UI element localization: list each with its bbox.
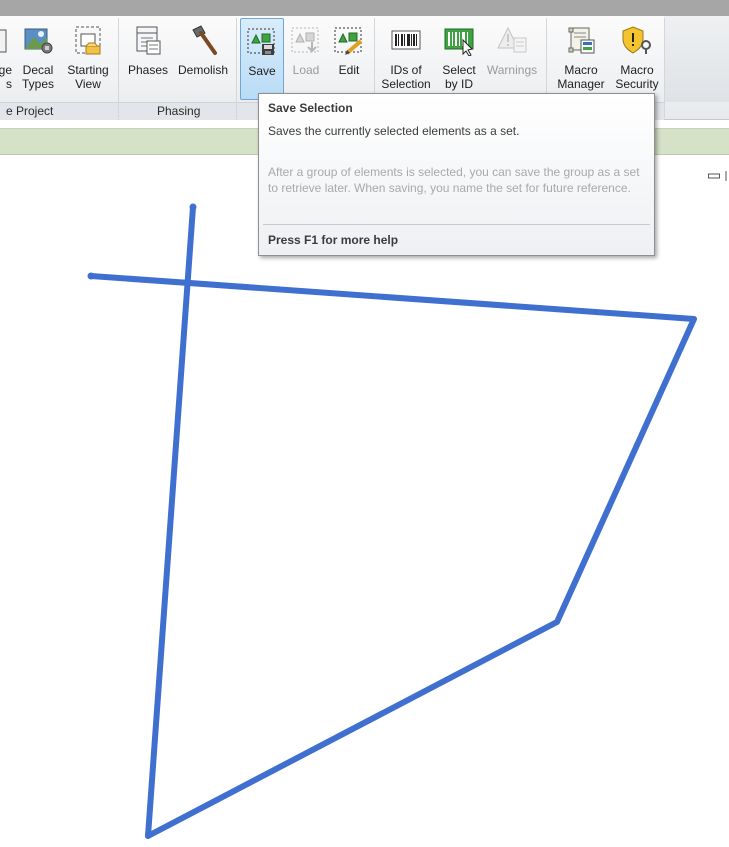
- ribbon-button-label: Warnings: [486, 63, 538, 77]
- macro-security-button[interactable]: Macro Security: [611, 18, 663, 102]
- starting-view-icon: [75, 26, 101, 55]
- save-selection-button[interactable]: Save: [240, 18, 284, 100]
- hammer-icon: [192, 25, 217, 55]
- ribbon-empty-area: [664, 16, 729, 102]
- edit-selection-button[interactable]: Edit: [330, 18, 368, 102]
- demolish-button[interactable]: Demolish: [172, 18, 234, 102]
- ribbon-button-label: Types: [21, 77, 54, 91]
- macro-manager-button[interactable]: Macro Manager: [553, 18, 609, 102]
- ribbon-button-label: View: [75, 77, 101, 91]
- warning-icon: [497, 26, 527, 53]
- phases-button[interactable]: Phases: [125, 18, 171, 102]
- drawing-canvas[interactable]: [0, 156, 729, 847]
- ribbon-button-label: Save: [248, 64, 276, 78]
- phases-icon: [136, 26, 161, 55]
- ribbon-button-label: Edit: [338, 63, 360, 77]
- starting-view-button[interactable]: Starting View: [62, 18, 114, 102]
- ribbon-button-label: ge: [0, 63, 12, 77]
- ribbon-button-label: Security: [615, 77, 659, 91]
- title-strip: [0, 0, 729, 16]
- decal-types-button[interactable]: Decal Types: [18, 18, 58, 102]
- tooltip-detail: After a group of elements is selected, y…: [268, 165, 640, 195]
- panel-title-phasing: Phasing: [157, 104, 201, 118]
- load-selection-button[interactable]: Load: [287, 18, 325, 102]
- line-endpoint[interactable]: [189, 203, 197, 211]
- shield-icon: [622, 26, 651, 54]
- warnings-button[interactable]: Warnings: [482, 18, 542, 102]
- ids-of-selection-button[interactable]: IDs of Selection: [378, 18, 434, 102]
- tooltip-description: Saves the currently selected elements as…: [268, 124, 520, 138]
- ribbon-button-label: Demolish: [177, 63, 228, 77]
- tooltip-title: Save Selection: [268, 101, 353, 115]
- save-selection-tooltip: Save Selection Saves the currently selec…: [258, 93, 655, 256]
- select-by-id-icon: [444, 28, 474, 56]
- ribbon-button-label: s: [6, 77, 12, 91]
- tooltip-help: Press F1 for more help: [268, 233, 399, 247]
- ribbon-button-label: Decal: [22, 63, 54, 77]
- panel-title-manage-project: e Project: [6, 104, 54, 118]
- ribbon-button-label: by ID: [444, 77, 473, 91]
- ribbon-button-label: Phases: [127, 63, 169, 77]
- ribbon-button-label: Load: [292, 63, 320, 77]
- select-by-id-button[interactable]: Select by ID: [435, 18, 483, 102]
- panel-separator: [664, 18, 665, 118]
- ribbon-button-label: Starting: [67, 63, 109, 77]
- ribbon-button-label: Select: [442, 63, 476, 77]
- save-selection-icon: [247, 28, 275, 55]
- vertical-line[interactable]: [145, 204, 196, 839]
- decal-types-icon: [24, 28, 53, 54]
- ribbon-button-label: Selection: [381, 77, 431, 91]
- ribbon-button-label: Macro: [564, 63, 598, 77]
- macro-manager-icon: [568, 27, 595, 54]
- ribbon-button-partial[interactable]: ge s: [0, 18, 14, 102]
- ribbon-button-label: Manager: [557, 77, 605, 91]
- ribbon-button-label: IDs of: [390, 63, 422, 77]
- edit-selection-icon: [334, 27, 363, 55]
- partial-icon: [0, 29, 7, 53]
- ribbon-button-label: Macro: [620, 63, 654, 77]
- load-selection-icon: [291, 27, 319, 53]
- line-endpoint[interactable]: [87, 272, 95, 280]
- barcode-icon: [391, 30, 421, 50]
- tooltip-separator: [263, 224, 650, 225]
